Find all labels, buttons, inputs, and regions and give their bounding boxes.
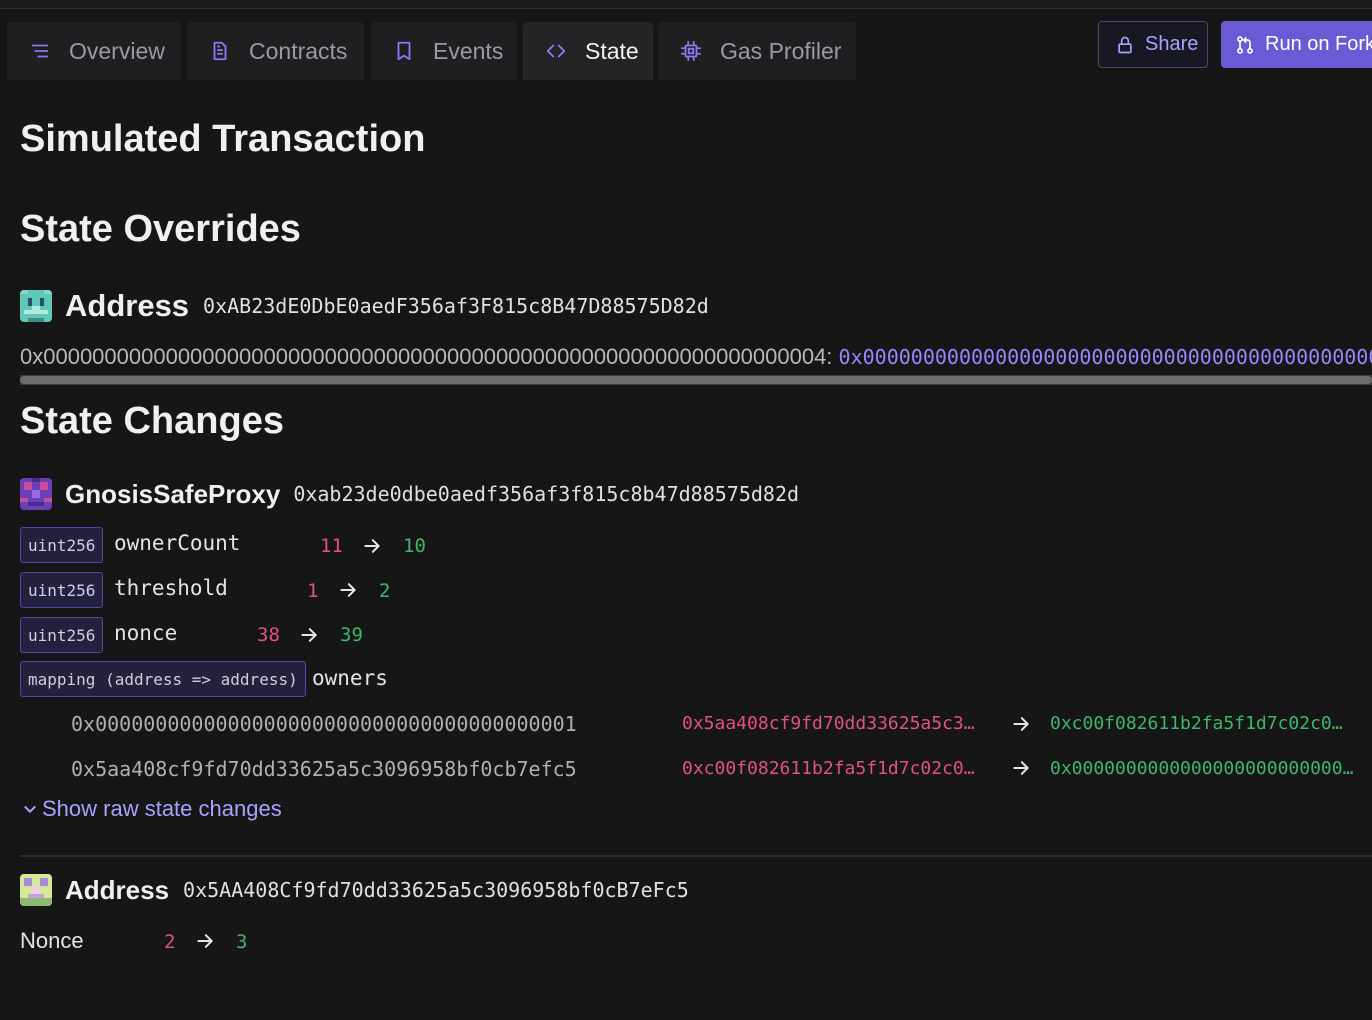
arrow-right-icon [340, 583, 356, 597]
new-value: 0xc00f082611b2fa5f1d7c02c0… [1050, 713, 1343, 734]
override-slot-key: 0x00000000000000000000000000000000000000… [20, 344, 833, 369]
new-value: 0x0000000000000000000000000… [1050, 758, 1354, 779]
arrow-right-icon [301, 628, 317, 642]
old-value: 11 [320, 535, 343, 557]
account-address: 0x5AA408Cf9fd70dd33625a5c3096958bf0cB7eF… [183, 878, 689, 902]
contract-name: GnosisSafeProxy [65, 478, 281, 509]
mapping-name: owners [312, 666, 388, 690]
tab-overview[interactable]: Overview [7, 22, 181, 80]
nonce-label: Nonce [20, 928, 84, 953]
type-badge: mapping (address => address) [20, 661, 306, 697]
var-name: nonce [114, 621, 178, 645]
blockie-avatar [20, 290, 52, 322]
override-address: 0xAB23dE0DbE0aedF356af3F815c8B47D88575D8… [203, 294, 709, 318]
tab-label: Gas Profiler [720, 37, 842, 64]
account-header: Address 0x5AA408Cf9fd70dd33625a5c3096958… [20, 874, 689, 906]
state-overrides-heading: State Overrides [20, 208, 301, 250]
section-divider [20, 855, 1372, 857]
old-value: 0x5aa408cf9fd70dd33625a5c3… [682, 713, 975, 734]
tab-contracts[interactable]: Contracts [187, 22, 364, 80]
tab-label: Overview [69, 37, 165, 64]
run-on-fork-label: Run on Fork [1265, 33, 1372, 55]
blockie-avatar [20, 874, 52, 906]
cpu-icon [680, 40, 702, 62]
toggle-label: Show raw state changes [42, 796, 282, 821]
bookmark-icon [393, 40, 415, 62]
chevron-down-icon [24, 806, 36, 813]
mapping-key: 0x00000000000000000000000000000000000000… [71, 712, 577, 736]
run-on-fork-button[interactable]: Run on Fork [1221, 21, 1372, 68]
code-icon [545, 40, 567, 62]
show-raw-state-changes-toggle[interactable]: Show raw state changes [22, 796, 282, 822]
arrow-right-icon [1013, 761, 1029, 775]
tab-events[interactable]: Events [371, 22, 517, 80]
document-icon [209, 40, 231, 62]
horizontal-scrollbar-thumb[interactable] [20, 376, 1372, 384]
share-button[interactable]: Share [1098, 21, 1208, 68]
share-label: Share [1145, 33, 1199, 55]
arrow-right-icon [197, 934, 213, 948]
state-changes-heading: State Changes [20, 400, 284, 442]
tab-gas-profiler[interactable]: Gas Profiler [658, 22, 856, 80]
old-value: 1 [307, 580, 319, 602]
address-label: Address [65, 288, 190, 323]
new-value: 10 [403, 535, 426, 557]
address-label: Address [65, 874, 170, 905]
new-value: 2 [379, 580, 391, 602]
type-badge: uint256 [20, 572, 104, 608]
var-name: ownerCount [114, 531, 241, 555]
lock-icon [1118, 36, 1132, 53]
old-value: 0xc00f082611b2fa5f1d7c02c0… [682, 758, 975, 779]
new-value: 39 [340, 624, 363, 646]
old-value: 2 [164, 931, 176, 953]
tab-state[interactable]: State [523, 22, 653, 80]
tab-label: State [585, 37, 639, 64]
type-badge: uint256 [20, 527, 104, 563]
window-top-strip [0, 0, 1372, 9]
old-value: 38 [257, 624, 280, 646]
arrow-right-icon [364, 539, 380, 553]
override-address-row: Address 0xAB23dE0DbE0aedF356af3F815c8B47… [20, 288, 709, 324]
new-value: 3 [236, 931, 248, 953]
var-name: threshold [114, 576, 228, 600]
tab-label: Events [433, 37, 504, 64]
mapping-key: 0x5aa408cf9fd70dd33625a5c3096958bf0cb7ef… [71, 757, 577, 781]
list-icon [29, 40, 51, 62]
type-badge: uint256 [20, 617, 104, 653]
override-slot-value: 0x00000000000000000000000000000000000000… [838, 345, 1372, 369]
contract-header: GnosisSafeProxy 0xab23de0dbe0aedf356af3f… [20, 478, 799, 510]
tab-label: Contracts [249, 37, 348, 64]
override-slot-entry: 0x00000000000000000000000000000000000000… [20, 344, 1372, 372]
arrow-right-icon [1013, 717, 1029, 731]
git-pull-request-icon [1237, 35, 1253, 54]
page-title: Simulated Transaction [20, 118, 426, 160]
blockie-avatar [20, 478, 52, 510]
contract-address: 0xab23de0dbe0aedf356af3f815c8b47d88575d8… [293, 482, 800, 506]
